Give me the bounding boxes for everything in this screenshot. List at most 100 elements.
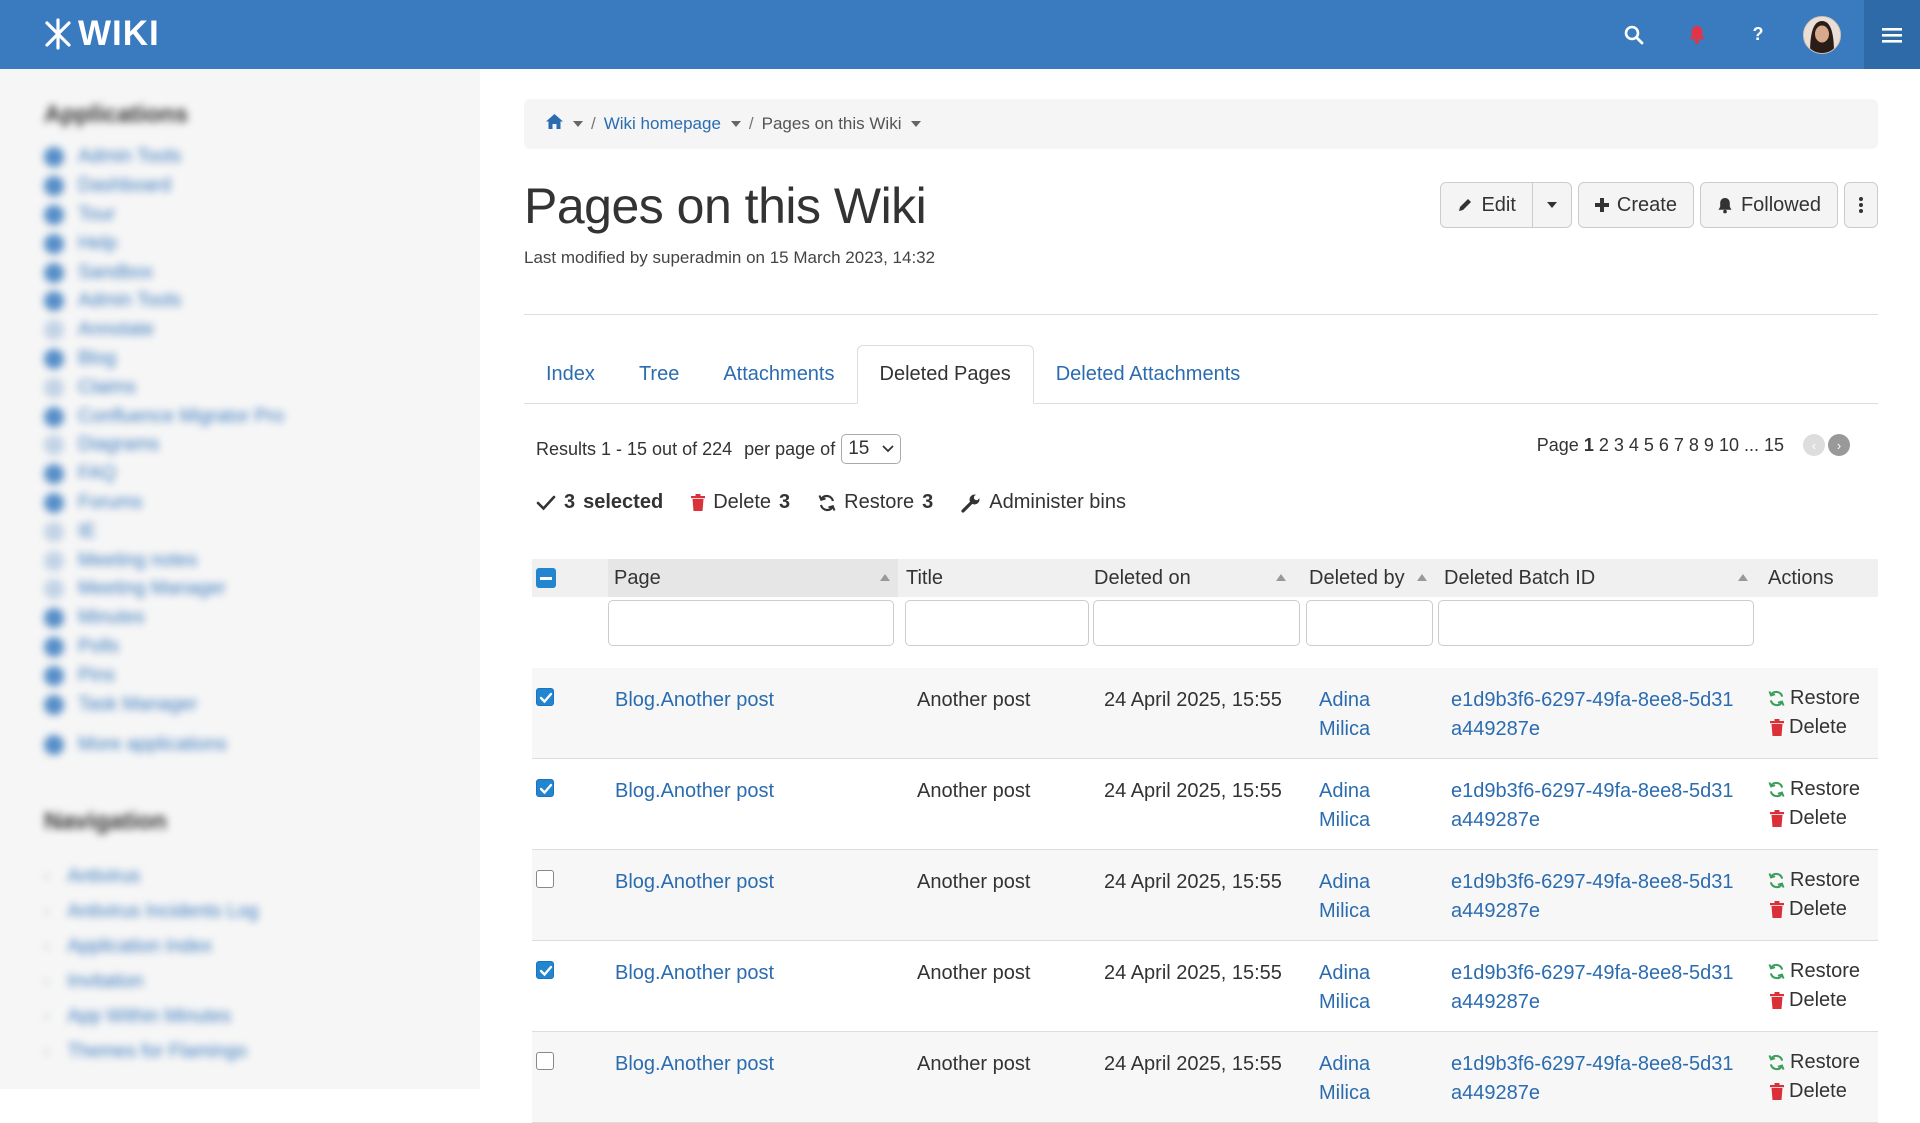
sidebar-app-item[interactable]: Tour	[44, 201, 480, 230]
edit-dropdown-button[interactable]	[1532, 182, 1572, 228]
filter-deleted-on-input[interactable]	[1093, 600, 1300, 646]
restore-action[interactable]: Restore	[1768, 1048, 1860, 1077]
page-actions: Edit Create Followed	[1440, 182, 1878, 228]
batch-id-link[interactable]: e1d9b3f6-6297-49fa-8ee8-5d31 a449287e	[1451, 777, 1733, 835]
sidebar-more-applications[interactable]: More applications	[44, 731, 480, 760]
followed-button[interactable]: Followed	[1699, 182, 1838, 228]
column-header-actions: Actions	[1768, 566, 1834, 589]
tab-index[interactable]: Index	[524, 345, 617, 403]
more-actions-button[interactable]	[1844, 182, 1878, 228]
row-checkbox[interactable]	[536, 1052, 554, 1070]
batch-id-link[interactable]: e1d9b3f6-6297-49fa-8ee8-5d31 a449287e	[1451, 686, 1733, 744]
chevron-down-icon[interactable]	[911, 121, 922, 127]
sidebar-app-item[interactable]: Admin Tools	[44, 143, 480, 172]
page-link[interactable]: Blog.Another post	[615, 1050, 774, 1079]
sidebar-nav-item[interactable]: › Antivirus	[44, 860, 480, 895]
page-link[interactable]: Blog.Another post	[615, 686, 774, 715]
sidebar-app-item[interactable]: IE	[44, 517, 480, 546]
restore-action[interactable]: Restore	[1768, 684, 1860, 713]
sidebar-app-item[interactable]: Dashboard	[44, 172, 480, 201]
sidebar-app-item[interactable]: Annotate	[44, 316, 480, 345]
deleted-by-link[interactable]: Adina Milica	[1319, 868, 1370, 926]
administer-bins-button[interactable]: Administer bins	[961, 491, 1126, 514]
sidebar-app-item[interactable]: Claims	[44, 373, 480, 402]
help-button[interactable]: ?	[1730, 0, 1786, 69]
home-icon[interactable]	[546, 114, 563, 134]
column-header-deleted-by[interactable]: Deleted by	[1303, 559, 1433, 597]
batch-id-link[interactable]: e1d9b3f6-6297-49fa-8ee8-5d31 a449287e	[1451, 959, 1733, 1017]
breadcrumb-wiki-homepage[interactable]: Wiki homepage	[604, 114, 721, 134]
tab-tree[interactable]: Tree	[617, 345, 701, 403]
sidebar-nav-item[interactable]: › Invitation	[44, 965, 480, 1000]
sidebar-app-item[interactable]: Task Manager	[44, 690, 480, 719]
column-header-title[interactable]: Title	[900, 559, 1084, 597]
deleted-by-link[interactable]: Adina Milica	[1319, 1050, 1370, 1108]
deleted-by-link[interactable]: Adina Milica	[1319, 686, 1370, 744]
delete-action[interactable]: Delete	[1768, 713, 1860, 742]
current-page[interactable]: 1	[1584, 435, 1594, 456]
column-header-batch-id[interactable]: Deleted Batch ID	[1438, 559, 1756, 597]
deleted-by-link[interactable]: Adina Milica	[1319, 959, 1370, 1017]
sidebar-app-item[interactable]: Minutes	[44, 604, 480, 633]
row-checkbox[interactable]	[536, 779, 554, 797]
sidebar-app-item[interactable]: Admin Tools	[44, 287, 480, 316]
sidebar-nav-item[interactable]: › Antivirus Incidents Log	[44, 895, 480, 930]
user-menu[interactable]	[1794, 0, 1850, 69]
sidebar-app-item[interactable]: FAQ	[44, 460, 480, 489]
per-page-select[interactable]: 15	[841, 434, 902, 464]
page-link[interactable]: Blog.Another post	[615, 959, 774, 988]
bulk-actions: 3 selected Delete 3 Restore 3 Administer…	[536, 491, 1126, 514]
restore-action[interactable]: Restore	[1768, 957, 1860, 986]
edit-button[interactable]: Edit	[1440, 182, 1533, 228]
batch-id-link[interactable]: e1d9b3f6-6297-49fa-8ee8-5d31 a449287e	[1451, 1050, 1733, 1108]
search-button[interactable]	[1606, 0, 1662, 69]
next-page-icon[interactable]: ›	[1828, 434, 1850, 456]
sidebar-app-item[interactable]: Diagrams	[44, 431, 480, 460]
tab-deleted-pages[interactable]: Deleted Pages	[856, 345, 1034, 404]
bulk-delete-button[interactable]: Delete 3	[691, 491, 790, 514]
sidebar-app-item[interactable]: Polls	[44, 633, 480, 662]
filter-deleted-by-input[interactable]	[1306, 600, 1433, 646]
previous-page-icon[interactable]: ‹	[1803, 434, 1825, 456]
bulk-restore-button[interactable]: Restore 3	[818, 491, 933, 514]
xwiki-logo[interactable]: WIKI	[42, 14, 160, 54]
sidebar-nav-item[interactable]: › App Within Minutes	[44, 1000, 480, 1035]
page-link[interactable]: Blog.Another post	[615, 777, 774, 806]
delete-action[interactable]: Delete	[1768, 895, 1860, 924]
select-all-checkbox[interactable]	[536, 568, 556, 588]
sidebar-app-item[interactable]: Meeting notes	[44, 546, 480, 575]
delete-action[interactable]: Delete	[1768, 1077, 1860, 1106]
restore-action[interactable]: Restore	[1768, 866, 1860, 895]
sidebar-nav-item[interactable]: › Themes for Flamingo	[44, 1035, 480, 1070]
create-button[interactable]: Create	[1577, 182, 1694, 228]
chevron-down-icon[interactable]	[730, 121, 741, 127]
restore-action[interactable]: Restore	[1768, 775, 1860, 804]
sidebar-app-item[interactable]: Confluence Migrator Pro	[44, 402, 480, 431]
deleted-by-link[interactable]: Adina Milica	[1319, 777, 1370, 835]
filter-batch-id-input[interactable]	[1438, 600, 1754, 646]
sidebar-nav-item[interactable]: › Application Index	[44, 930, 480, 965]
chevron-down-icon[interactable]	[573, 121, 583, 127]
column-header-deleted-on[interactable]: Deleted on	[1088, 559, 1294, 597]
notifications-button[interactable]	[1669, 0, 1725, 69]
sidebar-app-item[interactable]: Sandbox	[44, 258, 480, 287]
drawer-menu-button[interactable]	[1864, 0, 1920, 69]
batch-id-link[interactable]: e1d9b3f6-6297-49fa-8ee8-5d31 a449287e	[1451, 868, 1733, 926]
sidebar-app-item[interactable]: Help	[44, 229, 480, 258]
sidebar-app-item[interactable]: Meeting Manager	[44, 575, 480, 604]
filter-page-input[interactable]	[608, 600, 894, 646]
row-checkbox[interactable]	[536, 688, 554, 706]
filter-title-input[interactable]	[905, 600, 1089, 646]
sidebar-app-item[interactable]: Blog	[44, 345, 480, 374]
page-links[interactable]: 2 3 4 5 6 7 8 9 10 ... 15	[1599, 435, 1784, 456]
tab-deleted-attachments[interactable]: Deleted Attachments	[1034, 345, 1263, 403]
page-link[interactable]: Blog.Another post	[615, 868, 774, 897]
column-header-page[interactable]: Page	[608, 559, 898, 597]
sidebar-app-item[interactable]: Forums	[44, 489, 480, 518]
tab-attachments[interactable]: Attachments	[701, 345, 856, 403]
row-checkbox[interactable]	[536, 870, 554, 888]
delete-action[interactable]: Delete	[1768, 804, 1860, 833]
delete-action[interactable]: Delete	[1768, 986, 1860, 1015]
sidebar-app-item[interactable]: Pins	[44, 661, 480, 690]
row-checkbox[interactable]	[536, 961, 554, 979]
